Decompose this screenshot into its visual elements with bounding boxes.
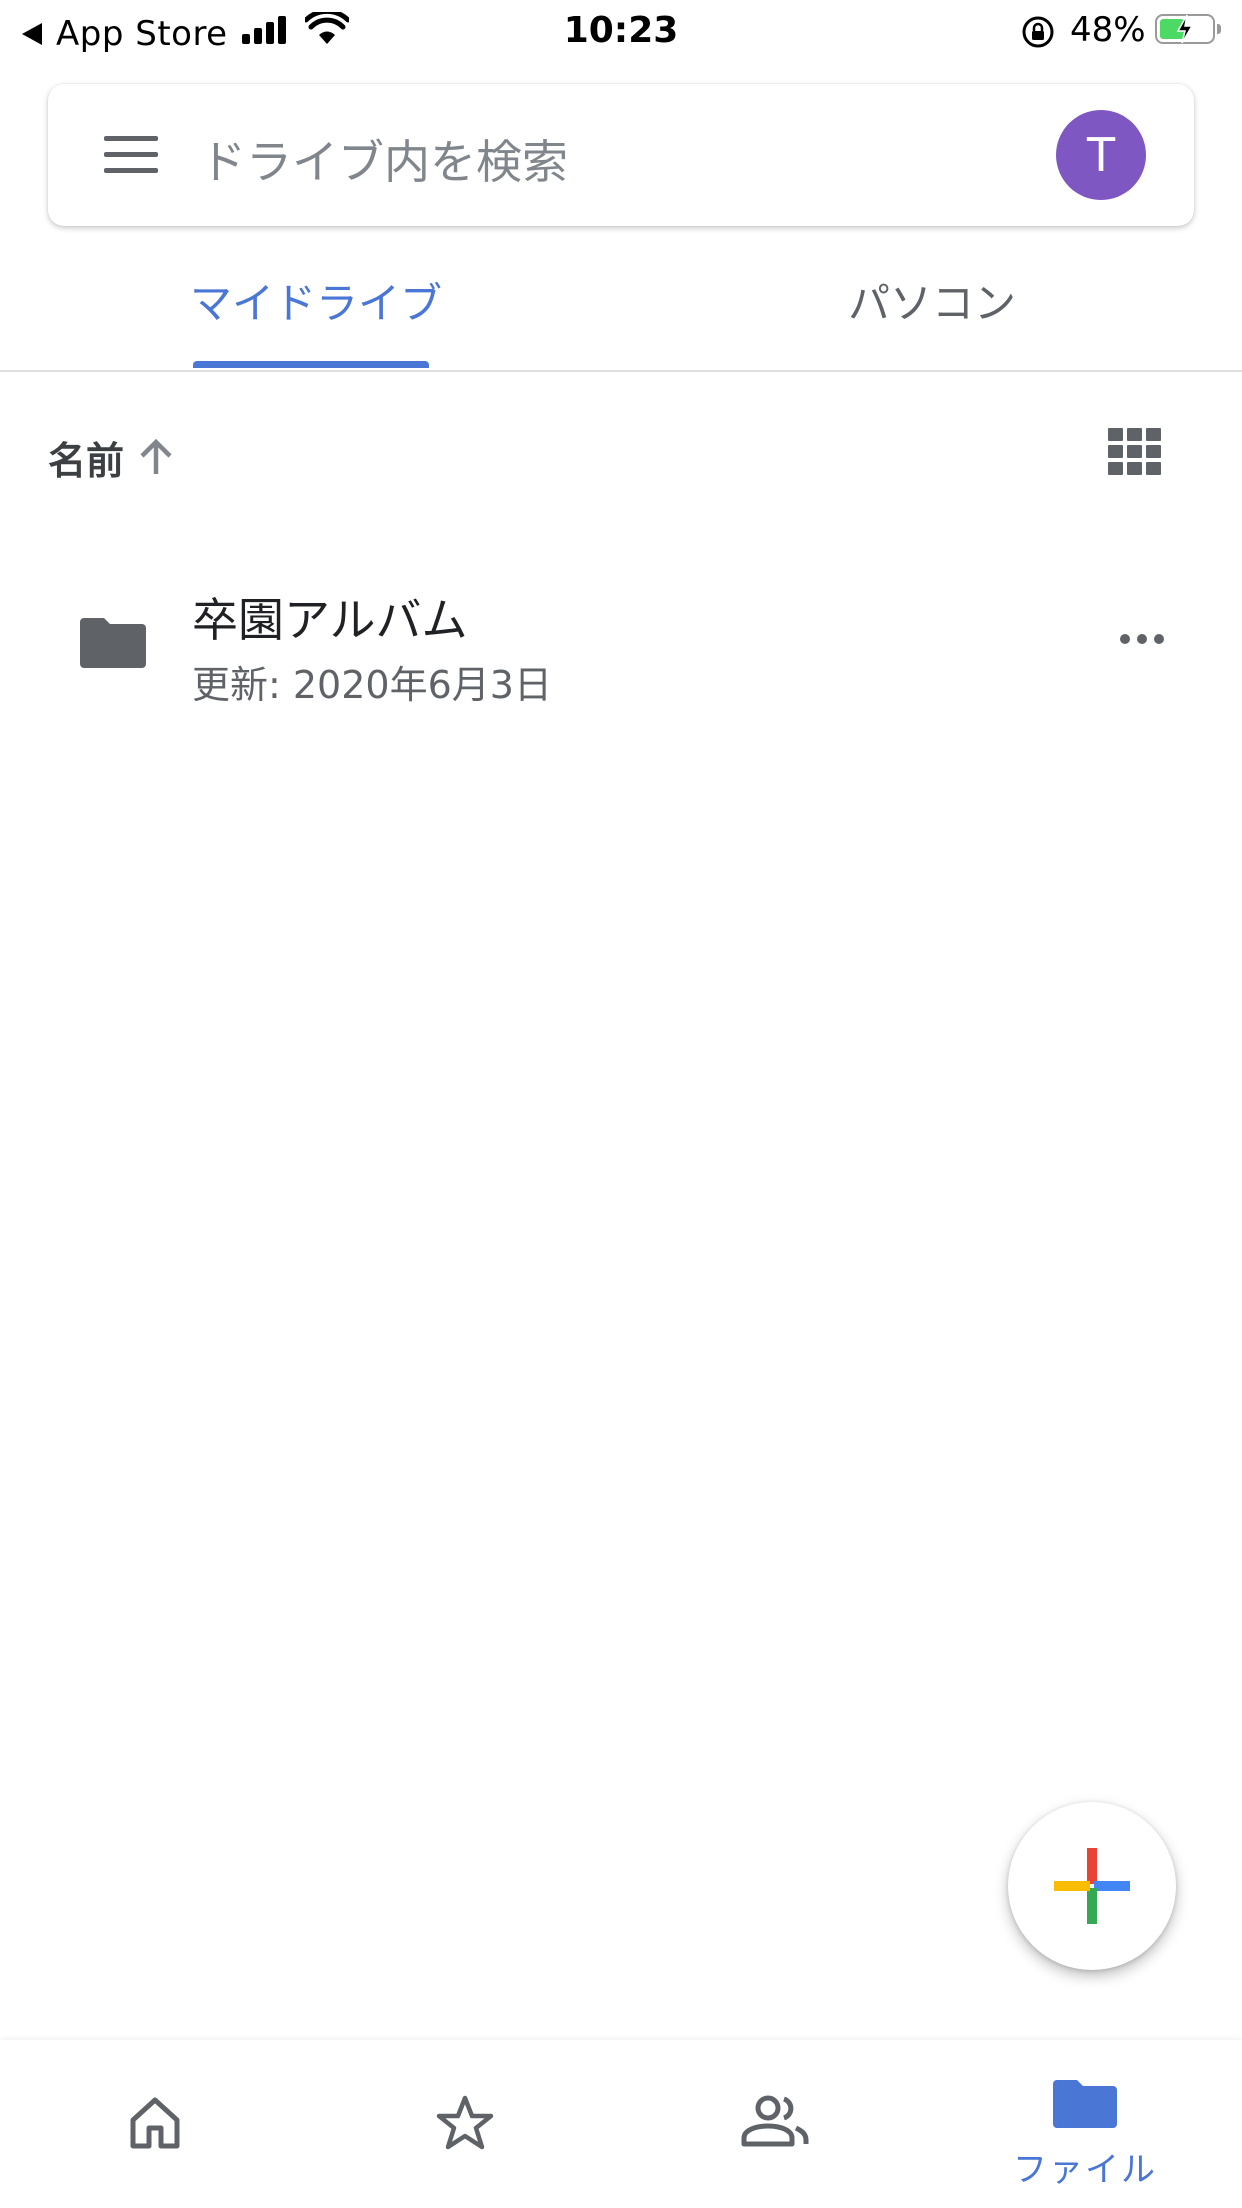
search-bar[interactable]: ドライブ内を検索 T bbox=[48, 84, 1194, 226]
search-placeholder[interactable]: ドライブ内を検索 bbox=[200, 126, 568, 192]
list-item[interactable]: 卒園アルバム 更新: 2020年6月3日 bbox=[0, 560, 1242, 720]
sort-label: 名前 bbox=[48, 439, 125, 483]
star-icon bbox=[436, 2095, 494, 2150]
nav-home[interactable] bbox=[0, 2040, 310, 2208]
battery-icon bbox=[1155, 14, 1221, 44]
nav-files-label: ファイル bbox=[1013, 2150, 1157, 2190]
file-modified-date: 更新: 2020年6月3日 bbox=[192, 663, 552, 707]
bottom-navigation: ファイル bbox=[0, 2040, 1242, 2208]
active-tab-indicator bbox=[193, 361, 429, 368]
arrow-up-icon bbox=[140, 438, 172, 474]
nav-shared[interactable] bbox=[620, 2040, 930, 2208]
tab-computers[interactable]: パソコン bbox=[848, 270, 1016, 331]
status-bar: App Store 10:23 48% bbox=[0, 0, 1242, 62]
folder-icon bbox=[1053, 2080, 1117, 2128]
shared-people-icon bbox=[741, 2095, 809, 2147]
grid-view-icon[interactable] bbox=[1108, 428, 1162, 476]
account-avatar[interactable]: T bbox=[1056, 110, 1146, 200]
more-options-icon[interactable] bbox=[1120, 634, 1164, 644]
tab-my-drive[interactable]: マイドライブ bbox=[190, 270, 442, 331]
home-icon bbox=[130, 2097, 180, 2149]
nav-starred[interactable] bbox=[310, 2040, 620, 2208]
orientation-lock-icon bbox=[1022, 16, 1054, 48]
file-name: 卒園アルバム bbox=[192, 593, 468, 647]
hamburger-menu-icon[interactable] bbox=[104, 136, 158, 174]
drive-tabs: マイドライブ パソコン bbox=[0, 240, 1242, 372]
folder-icon bbox=[80, 618, 146, 668]
new-button[interactable] bbox=[1008, 1802, 1176, 1970]
plus-icon bbox=[1054, 1848, 1130, 1924]
nav-files[interactable]: ファイル bbox=[930, 2040, 1240, 2208]
sort-by-name-button[interactable]: 名前 bbox=[48, 430, 174, 485]
battery-percent: 48% bbox=[1070, 10, 1146, 50]
